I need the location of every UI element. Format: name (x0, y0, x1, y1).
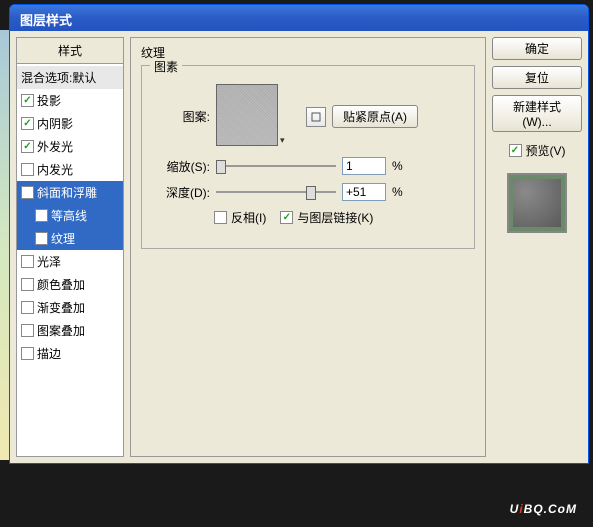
style-item-5[interactable]: 等高线 (17, 204, 123, 227)
invert-checkbox[interactable]: 反相(I) (214, 209, 266, 226)
style-checkbox[interactable] (21, 186, 34, 199)
pattern-group: 图素 图案: ▾ 贴紧原点(A) 缩放(S): (141, 65, 475, 249)
scale-unit: % (392, 159, 403, 173)
style-item-3[interactable]: 内发光 (17, 158, 123, 181)
link-layer-checkbox[interactable]: 与图层链接(K) (280, 209, 373, 226)
preview-checkbox[interactable]: 预览(V) (492, 142, 582, 159)
pattern-label: 图案: (154, 108, 210, 125)
style-item-2[interactable]: 外发光 (17, 135, 123, 158)
depth-label: 深度(D): (154, 184, 210, 201)
watermark-bottom: UiBQ.CoM (510, 493, 577, 519)
link-layer-label: 与图层链接(K) (297, 209, 373, 226)
style-label: 光泽 (37, 253, 61, 270)
style-label: 斜面和浮雕 (37, 184, 97, 201)
style-item-1[interactable]: 内阴影 (17, 112, 123, 135)
pattern-group-label: 图素 (150, 58, 182, 75)
layer-style-dialog: 图层样式 样式 混合选项:默认 投影内阴影外发光内发光斜面和浮雕等高线纹理光泽颜… (9, 4, 589, 464)
settings-panel: 纹理 图素 图案: ▾ 贴紧原点(A) 缩放(S): (130, 37, 486, 457)
scale-input[interactable] (342, 157, 386, 175)
style-item-11[interactable]: 描边 (17, 342, 123, 365)
style-label: 渐变叠加 (37, 299, 85, 316)
style-item-7[interactable]: 光泽 (17, 250, 123, 273)
style-item-0[interactable]: 投影 (17, 89, 123, 112)
invert-label: 反相(I) (231, 209, 266, 226)
style-label: 描边 (37, 345, 61, 362)
blend-options-item[interactable]: 混合选项:默认 (17, 66, 123, 89)
scale-label: 缩放(S): (154, 158, 210, 175)
style-label: 等高线 (51, 207, 87, 224)
snap-origin-button[interactable]: 贴紧原点(A) (332, 105, 418, 128)
style-checkbox[interactable] (21, 301, 34, 314)
style-checkbox[interactable] (35, 232, 48, 245)
style-checkbox[interactable] (21, 324, 34, 337)
styles-list: 混合选项:默认 投影内阴影外发光内发光斜面和浮雕等高线纹理光泽颜色叠加渐变叠加图… (17, 64, 123, 367)
style-label: 内阴影 (37, 115, 73, 132)
depth-slider[interactable] (216, 184, 336, 200)
style-checkbox[interactable] (21, 163, 34, 176)
style-item-9[interactable]: 渐变叠加 (17, 296, 123, 319)
style-label: 图案叠加 (37, 322, 85, 339)
style-item-6[interactable]: 纹理 (17, 227, 123, 250)
style-label: 投影 (37, 92, 61, 109)
titlebar[interactable]: 图层样式 (10, 5, 588, 31)
style-label: 外发光 (37, 138, 73, 155)
styles-panel: 样式 混合选项:默认 投影内阴影外发光内发光斜面和浮雕等高线纹理光泽颜色叠加渐变… (16, 37, 124, 457)
scale-slider[interactable] (216, 158, 336, 174)
style-checkbox[interactable] (21, 255, 34, 268)
new-style-button[interactable]: 新建样式(W)... (492, 95, 582, 132)
style-item-8[interactable]: 颜色叠加 (17, 273, 123, 296)
ok-button[interactable]: 确定 (492, 37, 582, 60)
new-preset-icon (310, 111, 322, 123)
style-item-4[interactable]: 斜面和浮雕 (17, 181, 123, 204)
new-preset-button[interactable] (306, 107, 326, 127)
style-item-10[interactable]: 图案叠加 (17, 319, 123, 342)
style-checkbox[interactable] (21, 140, 34, 153)
style-checkbox[interactable] (21, 117, 34, 130)
style-checkbox[interactable] (35, 209, 48, 222)
preview-label: 预览(V) (526, 142, 566, 159)
style-label: 内发光 (37, 161, 73, 178)
depth-input[interactable] (342, 183, 386, 201)
depth-unit: % (392, 185, 403, 199)
preview-thumbnail (507, 173, 567, 233)
settings-title: 纹理 (141, 44, 475, 61)
style-label: 颜色叠加 (37, 276, 85, 293)
action-panel: 确定 复位 新建样式(W)... 预览(V) (492, 37, 582, 457)
styles-header: 样式 (17, 38, 123, 64)
pattern-dropdown-icon[interactable]: ▾ (280, 135, 292, 147)
style-checkbox[interactable] (21, 278, 34, 291)
style-label: 纹理 (51, 230, 75, 247)
style-checkbox[interactable] (21, 94, 34, 107)
pattern-swatch[interactable] (216, 84, 278, 146)
style-checkbox[interactable] (21, 347, 34, 360)
reset-button[interactable]: 复位 (492, 66, 582, 89)
